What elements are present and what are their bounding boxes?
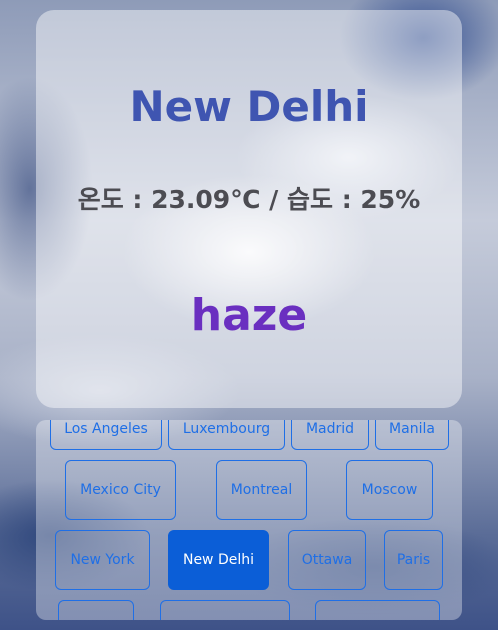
city-button-luxembourg[interactable]: Luxembourg (168, 420, 285, 450)
city-button-los-angeles[interactable]: Los Angeles (50, 420, 162, 450)
city-button-new-delhi[interactable]: New Delhi (168, 530, 269, 590)
city-button-new-york[interactable]: New York (55, 530, 150, 590)
city-button-ottawa[interactable]: Ottawa (288, 530, 366, 590)
city-button[interactable] (315, 600, 440, 620)
city-button[interactable] (58, 600, 134, 620)
city-name: New Delhi (129, 82, 369, 131)
weather-condition: haze (190, 290, 308, 341)
weather-card: New Delhi 온도 : 23.09℃ / 습도 : 25% haze (36, 10, 462, 408)
city-button[interactable] (160, 600, 290, 620)
city-button-manila[interactable]: Manila (375, 420, 449, 450)
city-button-mexico-city[interactable]: Mexico City (65, 460, 176, 520)
temperature-humidity: 온도 : 23.09℃ / 습도 : 25% (77, 185, 421, 214)
city-button-paris[interactable]: Paris (384, 530, 443, 590)
city-button-montreal[interactable]: Montreal (216, 460, 307, 520)
city-button-madrid[interactable]: Madrid (291, 420, 369, 450)
city-selector-panel: Los Angeles Luxembourg Madrid Manila Mex… (36, 420, 462, 620)
city-button-moscow[interactable]: Moscow (346, 460, 433, 520)
